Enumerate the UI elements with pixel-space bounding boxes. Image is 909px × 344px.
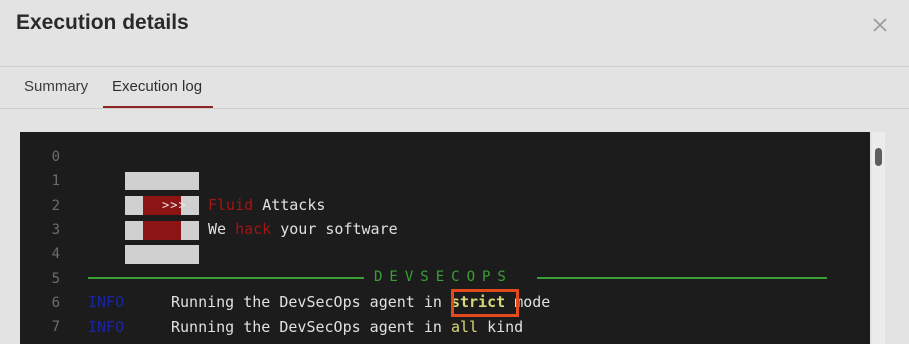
close-icon[interactable] [869, 14, 891, 36]
log-message-suffix: kind [487, 318, 524, 336]
log-message-suffix: mode [514, 293, 551, 311]
line-number: 5 [51, 271, 60, 287]
tagline-rest: your software [280, 220, 398, 238]
log-message-text: Running the DevSecOps agent in [171, 293, 442, 311]
dialog-header: Execution details [0, 0, 909, 67]
scrollbar-thumb[interactable] [875, 148, 882, 166]
section-header: DEVSECOPS [374, 269, 513, 285]
log-message: Running the DevSecOps agent in all kind [171, 318, 523, 336]
brand-line: Fluid Attacks [208, 196, 325, 214]
line-number: 7 [51, 319, 60, 335]
execution-log-viewer[interactable]: 0 1 2 3 4 5 6 7 >>> Fluid Attacks We hac… [20, 132, 870, 344]
brand-fluid: Fluid [208, 196, 254, 214]
line-number: 4 [51, 246, 60, 262]
tab-execution-log[interactable]: Execution log [103, 67, 213, 108]
dialog-title: Execution details [16, 11, 189, 34]
logo-bar-bottom [125, 245, 199, 264]
section-rule-left [88, 277, 364, 279]
logo-red-block [143, 221, 181, 240]
log-keyword: all [450, 318, 479, 336]
brand-attacks: Attacks [262, 196, 326, 214]
logo-bar-top [125, 172, 199, 190]
line-number: 0 [51, 149, 60, 165]
line-number: 1 [51, 173, 60, 189]
tagline-hack: hack [235, 220, 272, 238]
log-level: INFO [88, 293, 125, 311]
section-rule-right [537, 277, 827, 279]
tab-bar: Summary Execution log [0, 67, 909, 109]
line-number: 2 [51, 198, 60, 214]
keyword-highlight-box [451, 289, 519, 317]
line-number: 6 [51, 295, 60, 311]
chevrons-icon: >>> [162, 198, 187, 212]
log-message-text: Running the DevSecOps agent in [171, 318, 442, 336]
log-scrollbar[interactable] [872, 132, 885, 344]
line-number: 3 [51, 222, 60, 238]
tagline-line: We hack your software [208, 220, 398, 238]
tagline-we: We [208, 220, 227, 238]
tab-summary[interactable]: Summary [24, 67, 88, 108]
log-level: INFO [88, 318, 125, 336]
